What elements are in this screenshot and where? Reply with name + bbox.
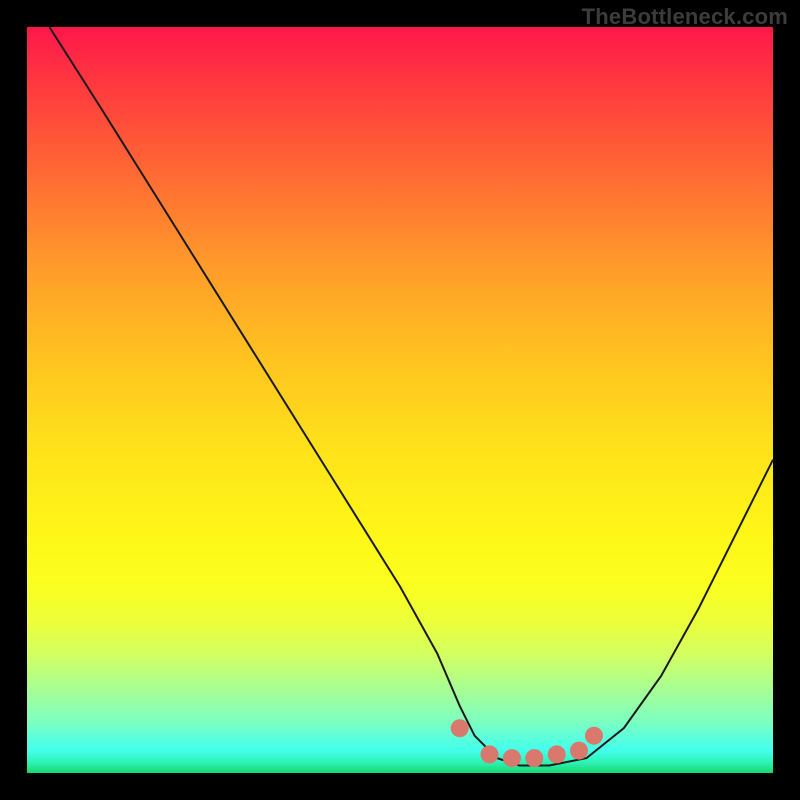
marker-dot (451, 719, 469, 737)
marker-dot (525, 749, 543, 767)
marker-dot (585, 727, 603, 745)
marker-dot (548, 745, 566, 763)
chart-frame: TheBottleneck.com (0, 0, 800, 800)
bottleneck-curve (49, 27, 773, 766)
marker-dot (570, 742, 588, 760)
marker-dot (503, 749, 521, 767)
marker-dot (481, 745, 499, 763)
chart-plot (27, 27, 773, 773)
watermark-text: TheBottleneck.com (582, 4, 788, 30)
curve-layer (49, 27, 773, 766)
